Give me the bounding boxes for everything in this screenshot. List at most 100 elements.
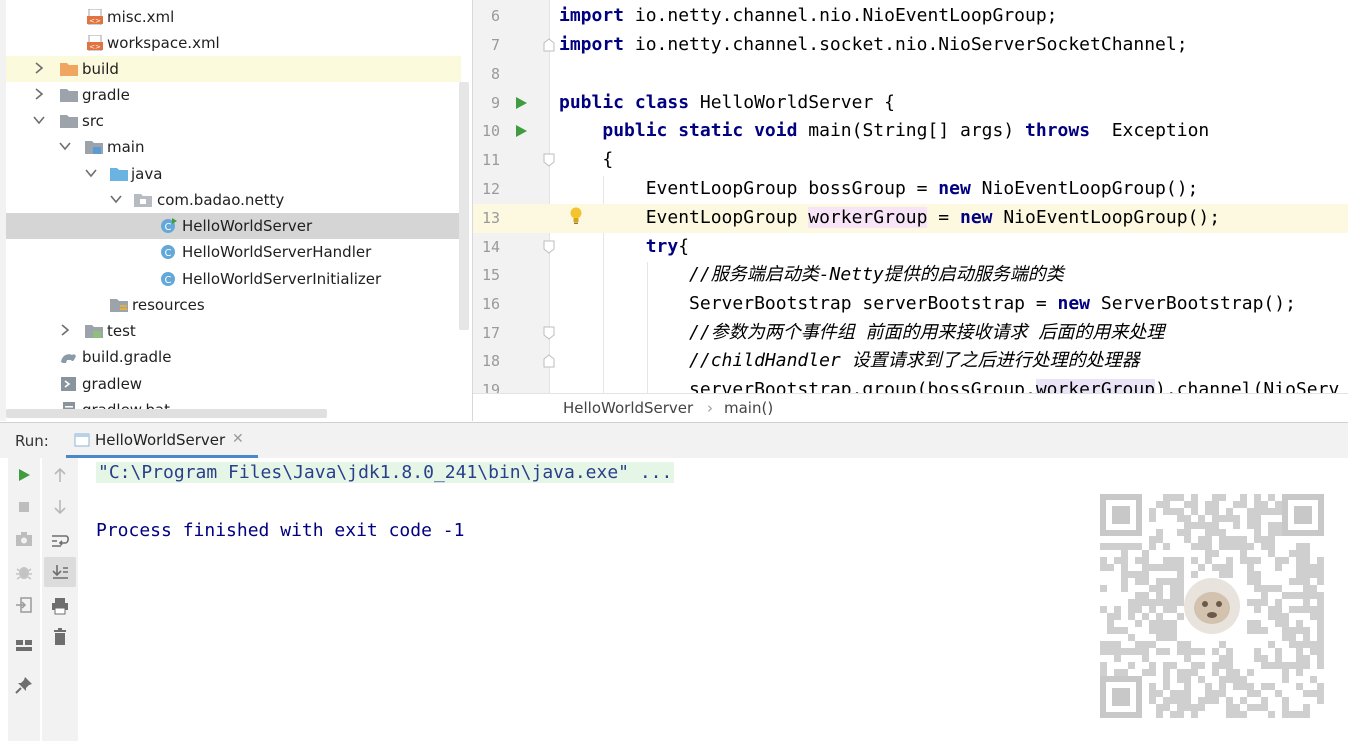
stop-button[interactable] (8, 492, 40, 522)
source-folder-icon (110, 168, 128, 181)
java-class-runnable-icon: C (161, 218, 177, 233)
svg-text:<>: <> (89, 17, 101, 25)
tree-item-test[interactable]: test (6, 318, 461, 344)
tree-item-label: com.badao.netty (157, 191, 285, 209)
code-line[interactable]: 11 { (473, 146, 1348, 175)
line-number: 7 (490, 36, 500, 54)
soft-wrap-button[interactable] (44, 526, 76, 556)
breadcrumb-method[interactable]: main() (724, 399, 773, 417)
code-editor[interactable]: 6 import io.netty.channel.nio.NioEventLo… (472, 0, 1348, 421)
code-line[interactable]: 7 import io.netty.channel.socket.nio.Nio… (473, 31, 1348, 60)
exit-icon (16, 597, 32, 613)
line-number: 18 (481, 352, 500, 370)
code-line[interactable]: 10 public static void main(String[] args… (473, 117, 1348, 146)
close-icon[interactable]: ✕ (232, 431, 244, 447)
code-line[interactable]: 6 import io.netty.channel.nio.NioEventLo… (473, 2, 1348, 31)
tree-item-build-gradle[interactable]: build.gradle (6, 344, 461, 370)
tree-item-gradlew[interactable]: gradlew (6, 371, 461, 397)
run-main-icon[interactable] (514, 124, 528, 138)
tree-item-label: src (82, 112, 104, 130)
tree-item-resources[interactable]: resources (6, 292, 461, 318)
scroll-up-button[interactable] (44, 460, 76, 490)
chevron-right-icon[interactable] (58, 323, 72, 337)
tree-item-package[interactable]: com.badao.netty (6, 187, 461, 213)
tree-item-helloworldserver[interactable]: C HelloWorldServer (6, 213, 461, 239)
code-line-current[interactable]: 13 EventLoopGroup workerGroup = new NioE… (473, 204, 1348, 233)
tree-item-misc-xml[interactable]: <> misc.xml (6, 4, 461, 30)
gradle-file-icon (61, 354, 76, 363)
fold-marker-icon[interactable] (543, 38, 555, 52)
code-text: ServerBootstrap serverBootstrap = new Se… (559, 293, 1296, 314)
tree-item-label: resources (132, 296, 205, 314)
code-comment: //参数为两个事件组 前面的用来接收请求 后面的用来处理 (559, 322, 1165, 343)
project-tree-panel: <> misc.xml <> workspace.xml build gradl… (0, 0, 471, 421)
chevron-down-icon[interactable] (109, 192, 123, 206)
java-class-icon: C (161, 245, 175, 259)
code-line[interactable]: 16 ServerBootstrap serverBootstrap = new… (473, 290, 1348, 319)
scroll-down-button[interactable] (44, 492, 76, 522)
clear-all-button[interactable] (44, 622, 76, 652)
code-line[interactable]: 18 //childHandler 设置请求到了之后进行处理的处理器 (473, 347, 1348, 376)
project-vertical-scrollbar[interactable] (459, 82, 469, 330)
rerun-button[interactable] (8, 460, 40, 490)
console-command-line[interactable]: "C:\Program Files\Java\jdk1.8.0_241\bin\… (96, 462, 675, 483)
project-horizontal-scrollbar[interactable] (6, 409, 327, 418)
code-line[interactable]: 9 public class HelloWorldServer { (473, 89, 1348, 118)
package-icon (134, 194, 152, 207)
scroll-to-end-button[interactable] (44, 557, 76, 587)
tree-item-label: HelloWorldServer (182, 217, 313, 235)
tree-item-label: HelloWorldServerHandler (182, 243, 372, 261)
chevron-down-icon[interactable] (58, 139, 72, 153)
code-line[interactable]: 14 try{ (473, 233, 1348, 262)
tree-item-workspace-xml[interactable]: <> workspace.xml (6, 30, 461, 56)
tree-item-build[interactable]: build (6, 56, 461, 82)
tree-item-helloworldserverhandler[interactable]: C HelloWorldServerHandler (6, 239, 461, 265)
qr-code-image (1100, 494, 1324, 718)
print-button[interactable] (44, 591, 76, 621)
code-line[interactable]: 17 //参数为两个事件组 前面的用来接收请求 后面的用来处理 (473, 319, 1348, 348)
tree-item-src[interactable]: src (6, 108, 461, 134)
line-number: 11 (481, 151, 500, 169)
run-class-icon[interactable] (514, 96, 528, 110)
svg-text:<>: <> (89, 43, 101, 51)
tree-item-label: gradle (82, 86, 130, 104)
fold-marker-icon[interactable] (543, 240, 555, 254)
fold-marker-icon[interactable] (543, 153, 555, 167)
code-comment: //服务端启动类-Netty提供的启动服务端的类 (559, 264, 1064, 285)
code-text: public class HelloWorldServer { (559, 92, 895, 113)
code-text: import io.netty.channel.socket.nio.NioSe… (559, 34, 1188, 55)
fold-marker-icon[interactable] (543, 354, 555, 368)
code-text: import io.netty.channel.nio.NioEventLoop… (559, 5, 1058, 26)
breadcrumb-class[interactable]: HelloWorldServer (563, 399, 693, 417)
tree-item-helloworldserverinitializer[interactable]: C HelloWorldServerInitializer (6, 266, 461, 292)
dump-threads-button[interactable] (8, 524, 40, 554)
chevron-right-icon[interactable] (32, 87, 46, 101)
line-number: 16 (481, 295, 500, 313)
run-tab-helloworldserver[interactable]: HelloWorldServer ✕ (66, 423, 258, 458)
debug-button[interactable] (8, 557, 40, 587)
pin-tab-button[interactable] (8, 670, 40, 700)
exit-button[interactable] (8, 590, 40, 620)
code-line[interactable]: 8 (473, 60, 1348, 89)
camera-icon (16, 532, 32, 546)
arrow-down-icon (54, 500, 66, 515)
tree-item-label: java (131, 165, 163, 183)
bug-icon (16, 567, 32, 580)
tree-item-java[interactable]: java (6, 161, 461, 187)
line-number: 8 (490, 65, 500, 83)
editor-breadcrumb: HelloWorldServer › main() (473, 393, 1348, 421)
code-line[interactable]: 15 //服务端启动类-Netty提供的启动服务端的类 (473, 261, 1348, 290)
code-line[interactable]: 12 EventLoopGroup bossGroup = new NioEve… (473, 175, 1348, 204)
tree-item-label: misc.xml (107, 8, 175, 26)
line-number: 15 (481, 266, 500, 284)
tree-item-label: build (82, 60, 119, 78)
layout-button[interactable] (8, 630, 40, 660)
arrow-up-icon (54, 467, 66, 482)
trash-icon (54, 628, 66, 645)
tree-item-gradle[interactable]: gradle (6, 82, 461, 108)
fold-marker-icon[interactable] (543, 326, 555, 340)
chevron-down-icon[interactable] (84, 166, 98, 180)
chevron-right-icon[interactable] (32, 61, 46, 75)
chevron-down-icon[interactable] (32, 113, 46, 127)
tree-item-main[interactable]: main (6, 134, 461, 160)
